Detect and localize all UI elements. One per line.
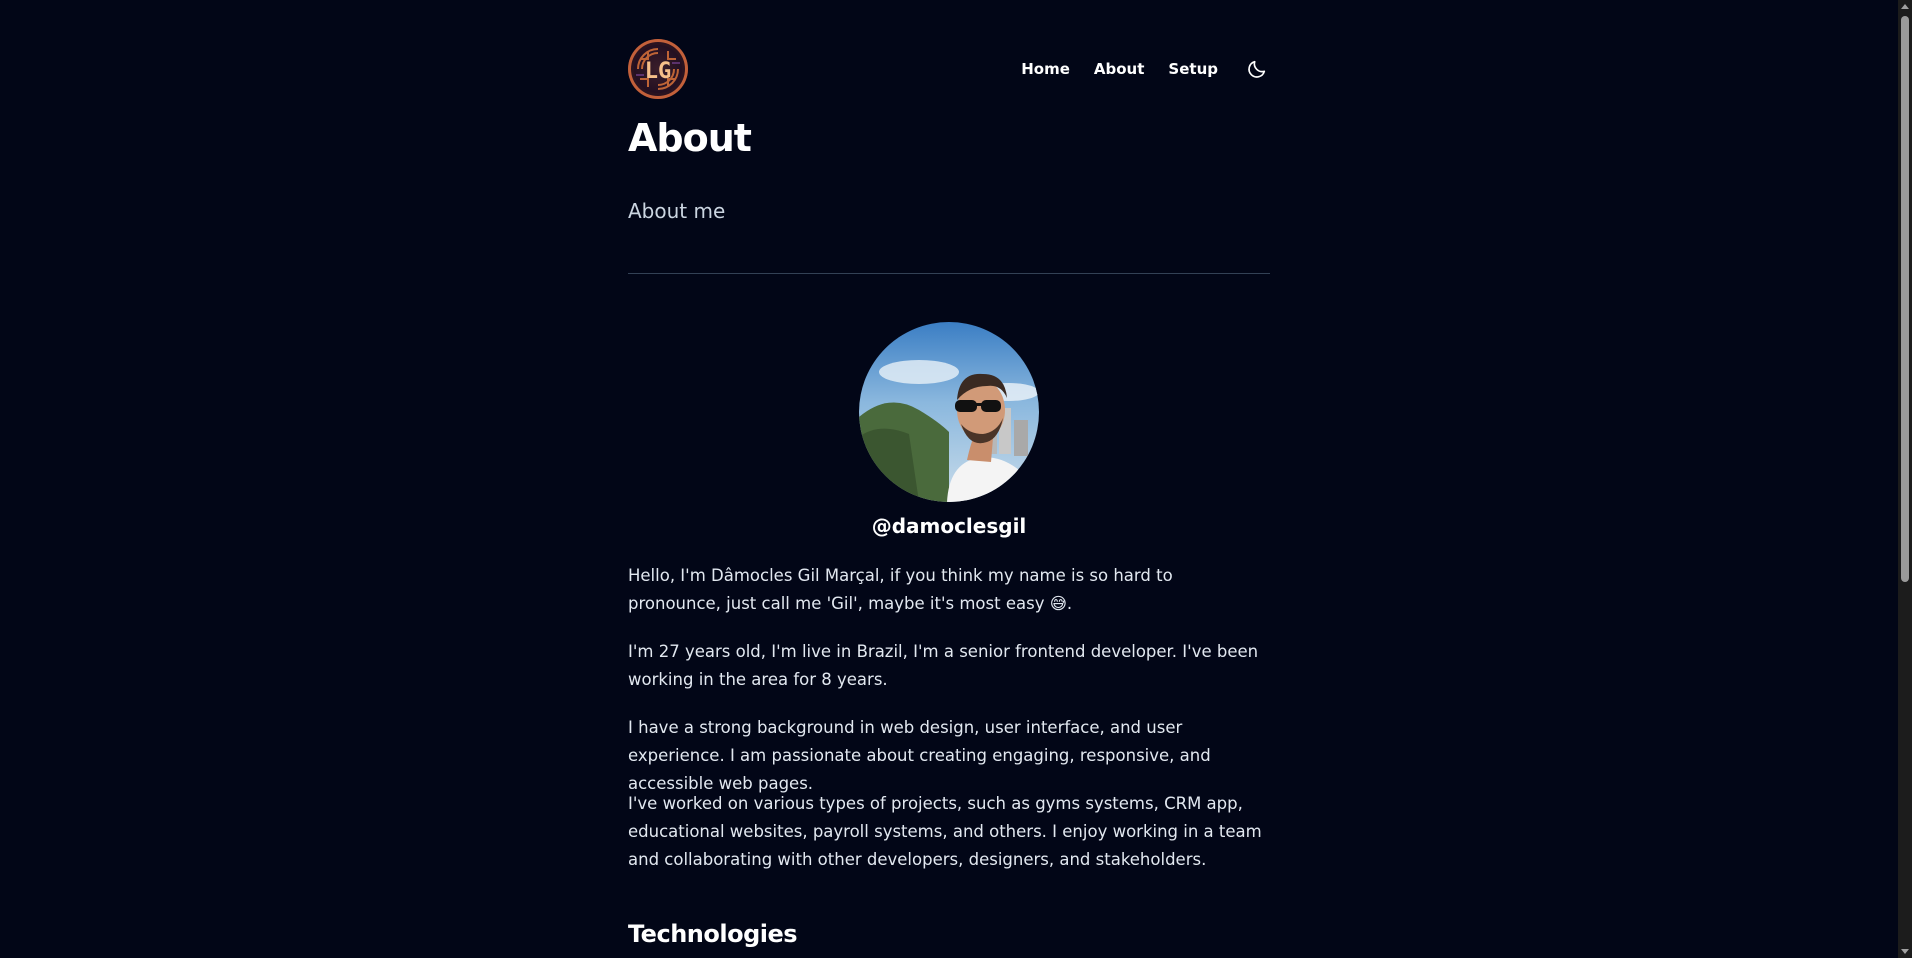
- bio-paragraph: I have a strong background in web design…: [628, 718, 1211, 793]
- avatar-photo: [859, 322, 1039, 502]
- nav-home-link[interactable]: Home: [1021, 60, 1070, 78]
- section-title-technologies: Technologies: [628, 920, 798, 948]
- page: LG Home About Setup About About me @damo…: [0, 0, 1912, 958]
- main-nav: Home About Setup: [997, 54, 1270, 84]
- bio-paragraph: I've worked on various types of projects…: [628, 794, 1262, 869]
- username-handle: @damoclesgil: [871, 514, 1027, 538]
- scroll-up-icon[interactable]: [1898, 0, 1912, 14]
- site-header: LG Home About Setup: [628, 0, 1270, 105]
- bio-paragraph: Hello, I'm Dâmocles Gil Marçal, if you t…: [628, 566, 1173, 613]
- moon-icon: [1248, 60, 1266, 78]
- nav-setup-link[interactable]: Setup: [1168, 60, 1218, 78]
- nav-about-link[interactable]: About: [1094, 60, 1145, 78]
- scrollbar-thumb[interactable]: [1901, 16, 1909, 582]
- content-container: LG Home About Setup About About me @damo…: [628, 0, 1270, 948]
- scroll-down-icon[interactable]: [1898, 944, 1912, 958]
- logo-icon: LG: [636, 48, 680, 90]
- bio-paragraph: I'm 27 years old, I'm live in Brazil, I'…: [628, 642, 1259, 689]
- site-logo[interactable]: LG: [628, 39, 688, 99]
- vertical-scrollbar[interactable]: [1898, 0, 1912, 958]
- page-subtitle: About me: [628, 199, 726, 223]
- page-title: About: [628, 116, 752, 160]
- avatar: [859, 322, 1039, 502]
- divider: [628, 273, 1270, 274]
- theme-toggle-button[interactable]: [1244, 56, 1270, 82]
- logo-text: LG: [645, 59, 672, 84]
